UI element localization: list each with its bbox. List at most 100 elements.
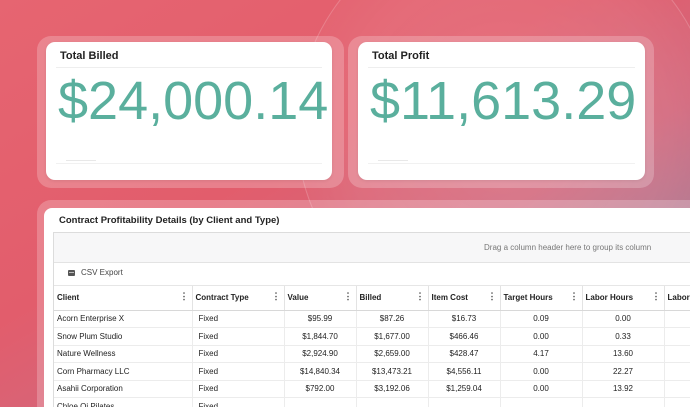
cell-value: $2,924.90 [284,345,357,363]
cell-labor-hours [582,397,665,407]
cell-item-cost: $1,259.04 [428,380,501,398]
cell-client: Asahii Corporation [54,380,193,398]
column-header-label: Labor Hours [585,293,634,303]
column-header-value[interactable]: Value ⋮ [284,286,357,311]
table-row[interactable]: Acorn Enterprise X Fixed $95.99 $87.26 $… [54,310,690,328]
column-menu-icon[interactable]: ⋮ [272,292,281,301]
column-header-label: Target Hours [503,293,553,303]
cell-target-hours: 0.00 [500,380,583,398]
column-menu-icon[interactable]: ⋮ [652,292,661,301]
cell-labor-hours: 22.27 [582,362,665,381]
cell-target-hours [500,397,583,407]
cell-client: Snow Plum Studio [54,327,193,346]
column-menu-icon[interactable]: ⋮ [344,292,353,301]
cell-contract-type: Fixed [192,345,285,363]
cell-labor-hours: 13.60 [582,345,665,363]
cell-value: $95.99 [284,310,357,328]
divider [368,67,635,68]
cell-billed: $13,473.21 [356,362,429,381]
cell-client: Nature Wellness [54,345,193,363]
column-header-labor-hours[interactable]: Labor Hours ⋮ [582,286,665,311]
cell-contract-type: Fixed [192,380,285,398]
column-menu-icon[interactable]: ⋮ [416,292,425,301]
cell-labor [664,397,690,407]
cell-labor: $ [664,362,690,381]
table-title: Contract Profitability Details (by Clien… [59,215,280,226]
column-header-labor[interactable]: Labor [664,286,690,311]
data-grid: Drag a column header here to group its c… [53,232,690,407]
cell-labor [664,345,690,363]
cell-item-cost: $4,556.11 [428,362,501,381]
column-menu-icon[interactable]: ⋮ [488,292,497,301]
column-menu-icon[interactable]: ⋮ [180,292,189,301]
cell-target-hours: 4.17 [500,345,583,363]
cell-labor-hours: 0.33 [582,327,665,346]
cell-labor [664,327,690,346]
cell-billed: $87.26 [356,310,429,328]
cell-client: Corn Pharmacy LLC [54,362,193,381]
kpi-title: Total Profit [372,50,430,62]
table-row[interactable]: Chloe Oi Pilates Fixed [54,397,690,407]
column-header-label: Client [57,293,80,303]
column-header-client[interactable]: Client ⋮ [54,286,193,311]
column-header-target-hours[interactable]: Target Hours ⋮ [500,286,583,311]
cell-item-cost [428,397,501,407]
divider [66,160,96,161]
column-header-label: Contract Type [195,293,249,303]
cell-billed: $3,192.06 [356,380,429,398]
column-header-label: Billed [359,293,382,303]
column-header-billed[interactable]: Billed ⋮ [356,286,429,311]
cell-value [284,397,357,407]
cell-contract-type: Fixed [192,327,285,346]
csv-export-button[interactable]: CSV Export [68,268,123,277]
kpi-value: $11,613.29 [370,71,637,131]
column-header-label: Labor [667,293,690,303]
export-icon [68,269,75,276]
cell-labor-hours: 0.00 [582,310,665,328]
group-panel[interactable]: Drag a column header here to group its c… [54,233,690,263]
column-header-contract-type[interactable]: Contract Type ⋮ [192,286,285,311]
divider [378,160,408,161]
column-header-item-cost[interactable]: Item Cost ⋮ [428,286,501,311]
grid-toolbar: CSV Export [54,263,690,286]
table-row[interactable]: Corn Pharmacy LLC Fixed $14,840.34 $13,4… [54,362,690,381]
csv-export-label: CSV Export [81,268,123,277]
kpi-title: Total Billed [60,50,119,62]
header-row: Client ⋮ Contract Type ⋮ Value ⋮ Billed ⋮ It… [54,286,690,311]
cell-labor: $ [664,380,690,398]
contract-profitability-card: Contract Profitability Details (by Clien… [44,208,690,407]
kpi-card-total-profit: Total Profit $11,613.29 [358,42,645,180]
contract-table: Client ⋮ Contract Type ⋮ Value ⋮ Billed ⋮ It… [54,286,690,407]
column-header-label: Value [287,293,309,303]
divider [56,67,322,68]
divider [368,163,635,164]
table-row[interactable]: Snow Plum Studio Fixed $1,844.70 $1,677.… [54,327,690,346]
cell-contract-type: Fixed [192,310,285,328]
cell-contract-type: Fixed [192,362,285,381]
cell-labor [664,310,690,328]
table-row[interactable]: Asahii Corporation Fixed $792.00 $3,192.… [54,380,690,398]
cell-value: $792.00 [284,380,357,398]
cell-target-hours: 0.00 [500,327,583,346]
cell-billed: $1,677.00 [356,327,429,346]
cell-value: $1,844.70 [284,327,357,346]
cell-billed: $2,659.00 [356,345,429,363]
cell-client: Chloe Oi Pilates [54,397,193,407]
kpi-value: $24,000.14 [58,71,329,131]
cell-item-cost: $16.73 [428,310,501,328]
cell-target-hours: 0.00 [500,362,583,381]
divider [56,163,322,164]
group-panel-hint: Drag a column header here to group its c… [484,243,652,252]
cell-value: $14,840.34 [284,362,357,381]
column-header-label: Item Cost [431,293,468,303]
kpi-card-total-billed: Total Billed $24,000.14 [46,42,332,180]
cell-item-cost: $466.46 [428,327,501,346]
cell-contract-type: Fixed [192,397,285,407]
cell-billed [356,397,429,407]
cell-item-cost: $428.47 [428,345,501,363]
table-row[interactable]: Nature Wellness Fixed $2,924.90 $2,659.0… [54,345,690,363]
column-menu-icon[interactable]: ⋮ [570,292,579,301]
cell-target-hours: 0.09 [500,310,583,328]
cell-client: Acorn Enterprise X [54,310,193,328]
cell-labor-hours: 13.92 [582,380,665,398]
